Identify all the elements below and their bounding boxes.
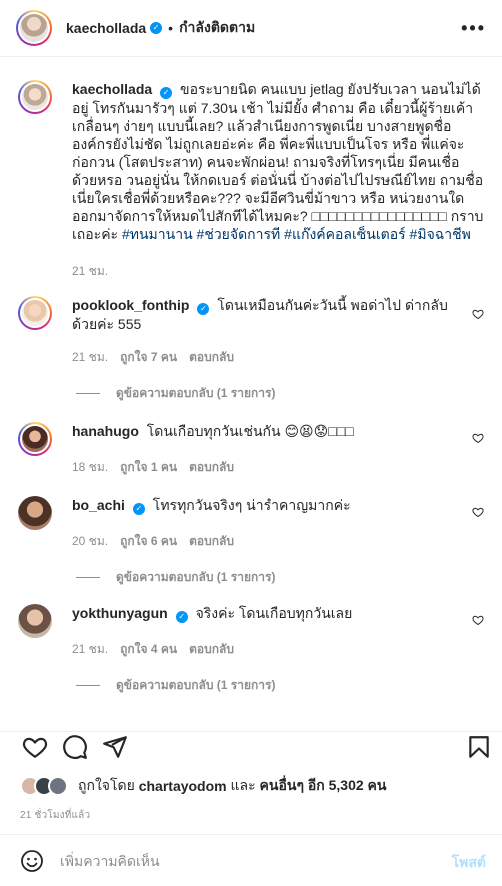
post-comment-button[interactable]: โพสต์: [452, 852, 486, 874]
comment-likes[interactable]: ถูกใจ 1 คน: [120, 458, 177, 477]
small-heart-icon[interactable]: [472, 506, 484, 518]
reply-button[interactable]: ตอบกลับ: [189, 458, 234, 477]
commenter-avatar[interactable]: [18, 496, 52, 530]
more-options-button[interactable]: •••: [461, 18, 486, 39]
view-replies-label: ดูข้อความตอบกลับ (1 รายการ): [116, 386, 276, 400]
comment-body: pooklook_fonthip ✓ โดนเหมือนกันค่ะวันนี้ …: [72, 296, 456, 333]
caption-time: 21 ชม.: [72, 264, 109, 278]
view-replies-label: ดูข้อความตอบกลับ (1 รายการ): [116, 678, 276, 692]
commenter-avatar[interactable]: [18, 604, 52, 638]
comment-time: 21 ชม.: [72, 350, 109, 364]
caption-meta: 21 ชม.: [72, 262, 108, 281]
verified-badge-icon: ✓: [160, 87, 173, 99]
post-time[interactable]: 21 ชั่วโมงที่แล้ว: [20, 808, 90, 823]
verified-badge-icon: ✓: [132, 503, 145, 515]
likes-prefix: ถูกใจโดย: [78, 777, 135, 793]
comment-text: โทรทุกวันจริงๆ น่ารำคาญมากค่ะ: [152, 497, 351, 513]
view-replies-button[interactable]: ดูข้อความตอบกลับ (1 รายการ): [76, 676, 275, 695]
comment-username[interactable]: pooklook_fonthip: [72, 297, 189, 313]
comment-username[interactable]: hanahugo: [72, 423, 139, 439]
caption-username[interactable]: kaechollada: [72, 81, 152, 97]
instagram-post-panel: kaechollada ✓ • กำลังติดตาม ••• kaecholl…: [0, 0, 502, 886]
verified-badge-icon: ✓: [175, 611, 188, 623]
likes-summary[interactable]: ถูกใจโดย chartayodom และ คนอื่นๆ อีก 5,3…: [20, 775, 387, 797]
comment-body: yokthunyagun ✓ จริงค่ะ โดนเกือบทุกวันเลย: [72, 604, 456, 623]
reply-button[interactable]: ตอบกลับ: [189, 532, 234, 551]
likes-others[interactable]: คนอื่นๆ อีก 5,302 คน: [260, 775, 387, 797]
small-heart-icon[interactable]: [472, 432, 484, 444]
comment-likes[interactable]: ถูกใจ 7 คน: [120, 348, 177, 367]
caption-avatar[interactable]: [18, 80, 52, 114]
commenter-avatar[interactable]: [18, 422, 52, 456]
commenter-avatar[interactable]: [18, 296, 52, 330]
comment-likes[interactable]: ถูกใจ 4 คน: [120, 640, 177, 659]
add-comment-bar: โพสต์: [0, 834, 502, 886]
post-header: kaechollada ✓ • กำลังติดตาม •••: [0, 0, 502, 57]
verified-badge-icon: ✓: [197, 303, 210, 315]
comments-list[interactable]: kaechollada ✓ ขอระบายนิด คนแบบ jetlag ยัง…: [0, 58, 502, 731]
comment-time: 18 ชม.: [72, 460, 109, 474]
smiley-icon[interactable]: [20, 849, 44, 873]
comment-time: 21 ชม.: [72, 642, 109, 656]
post-actions: [0, 731, 502, 777]
heart-icon[interactable]: [22, 734, 48, 760]
small-heart-icon[interactable]: [472, 614, 484, 626]
reply-button[interactable]: ตอบกลับ: [189, 348, 234, 367]
view-replies-button[interactable]: ดูข้อความตอบกลับ (1 รายการ): [76, 568, 275, 587]
comment-body: hanahugo โดนเกือบทุกวันเช่นกัน 😊😫😟□□□: [72, 422, 456, 440]
comment-time: 20 ชม.: [72, 534, 109, 548]
view-replies-button[interactable]: ดูข้อความตอบกลับ (1 รายการ): [76, 384, 275, 403]
comment-input[interactable]: [60, 849, 420, 873]
comment-meta: 21 ชม. ถูกใจ 4 คน ตอบกลับ: [72, 640, 234, 659]
liker-username[interactable]: chartayodom: [139, 778, 227, 794]
following-button[interactable]: กำลังติดตาม: [179, 17, 255, 39]
author-username[interactable]: kaechollada: [66, 20, 146, 36]
comment-body: bo_achi ✓ โทรทุกวันจริงๆ น่ารำคาญมากค่ะ: [72, 496, 456, 515]
comment-username[interactable]: bo_achi: [72, 497, 125, 513]
bookmark-icon[interactable]: [466, 734, 492, 760]
liker-avatars: [20, 776, 78, 796]
comment-meta: 20 ชม. ถูกใจ 6 คน ตอบกลับ: [72, 532, 234, 551]
comment-text: จริงค่ะ โดนเกือบทุกวันเลย: [195, 605, 353, 621]
comment-meta: 21 ชม. ถูกใจ 7 คน ตอบกลับ: [72, 348, 234, 367]
comment-meta: 18 ชม. ถูกใจ 1 คน ตอบกลับ: [72, 458, 234, 477]
view-replies-label: ดูข้อความตอบกลับ (1 รายการ): [116, 570, 276, 584]
small-heart-icon[interactable]: [472, 308, 484, 320]
comment-username[interactable]: yokthunyagun: [72, 605, 168, 621]
header-separator: •: [168, 20, 174, 36]
caption-text: ขอระบายนิด คนแบบ jetlag ยังปรับเวลา นอนไ…: [72, 81, 484, 242]
caption-hashtags[interactable]: #ทนมานาน #ช่วยจัดการที #แก๊งค์คอลเซ็นเตอ…: [122, 226, 471, 242]
author-avatar[interactable]: [16, 10, 52, 46]
verified-badge-icon: ✓: [150, 22, 163, 34]
likes-and: และ: [230, 777, 256, 793]
comment-likes[interactable]: ถูกใจ 6 คน: [120, 532, 177, 551]
caption-body: kaechollada ✓ ขอระบายนิด คนแบบ jetlag ยัง…: [72, 80, 484, 243]
paper-plane-icon[interactable]: [102, 734, 128, 760]
reply-button[interactable]: ตอบกลับ: [189, 640, 234, 659]
comment-text: โดนเกือบทุกวันเช่นกัน 😊😫😟□□□: [146, 423, 354, 439]
comment-icon[interactable]: [62, 734, 88, 760]
